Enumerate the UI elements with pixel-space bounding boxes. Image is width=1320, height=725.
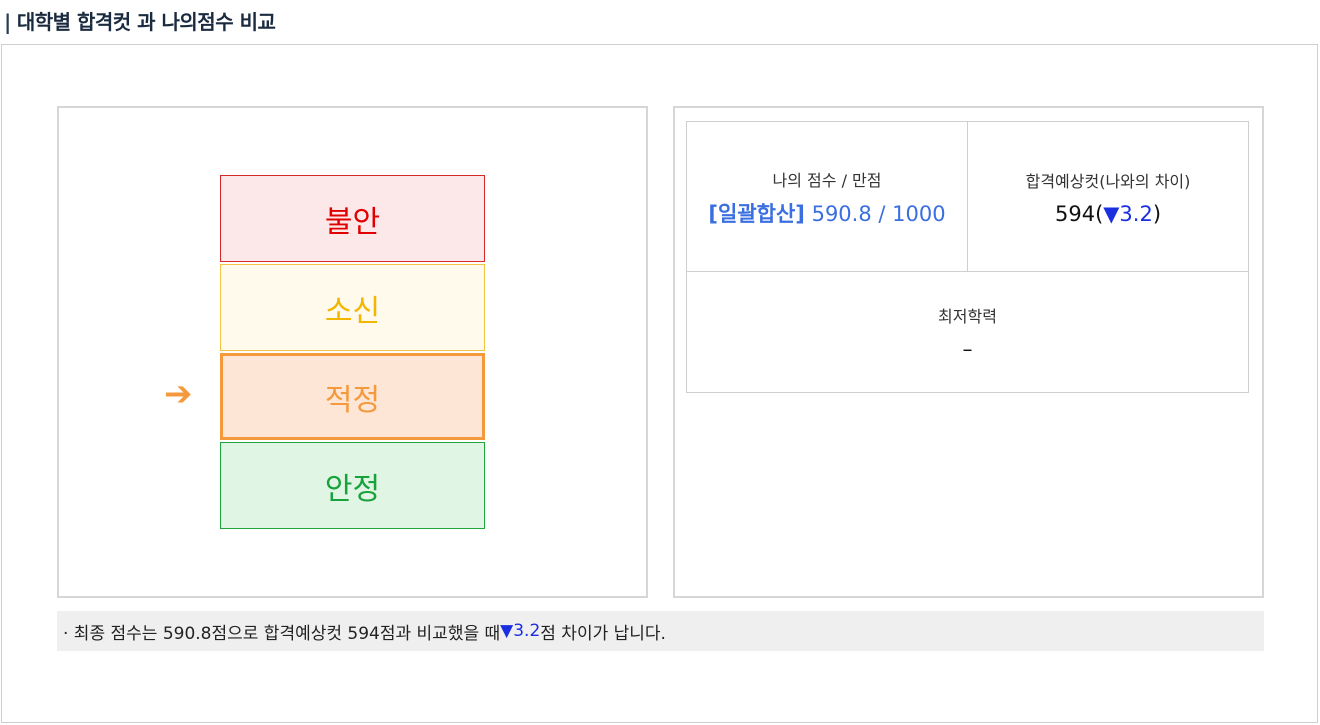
level-danger: 불안 [220, 175, 485, 262]
level-fit: 적정 [220, 353, 485, 440]
comparison-note: · 최종 점수는 590.8점으로 합격예상컷 594점과 비교했을 때 ▼3.… [57, 611, 1264, 651]
note-prefix: · 최종 점수는 590.8점으로 합격예상컷 594점과 비교했을 때 [63, 623, 501, 644]
cut-value: 594(▼3.2) [1055, 202, 1161, 226]
my-score-value: [일괄합산] 590.8 / 1000 [708, 201, 945, 227]
score-number: 590.8 / 1000 [811, 201, 946, 226]
arrow-right-icon: ➔ [164, 374, 193, 414]
minimum-cell: 최저학력 – [687, 272, 1248, 392]
level-reach: 소신 [220, 264, 485, 351]
title-bar: | [4, 10, 11, 34]
cut-diff: ▼3.2 [1103, 201, 1153, 226]
note-suffix: 점 차이가 납니다. [540, 623, 666, 644]
score-type: [일괄합산] [708, 201, 805, 226]
my-score-label: 나의 점수 / 만점 [772, 170, 882, 190]
title-text: 대학별 합격컷 과 나의점수 비교 [16, 10, 276, 34]
minimum-value: – [962, 337, 973, 361]
level-safe: 안정 [220, 442, 485, 529]
cut-suffix: ) [1152, 201, 1162, 226]
my-score-cell: 나의 점수 / 만점 [일괄합산] 590.8 / 1000 [687, 122, 968, 272]
score-table: 나의 점수 / 만점 [일괄합산] 590.8 / 1000 합격예상컷(나와의… [686, 121, 1249, 393]
section-title: | 대학별 합격컷 과 나의점수 비교 [4, 6, 276, 35]
cut-cell: 합격예상컷(나와의 차이) 594(▼3.2) [968, 122, 1248, 272]
note-diff: ▼3.2 [500, 621, 541, 641]
cut-number: 594( [1054, 201, 1104, 226]
minimum-label: 최저학력 [938, 307, 997, 326]
cut-label: 합격예상컷(나와의 차이) [1025, 171, 1191, 191]
